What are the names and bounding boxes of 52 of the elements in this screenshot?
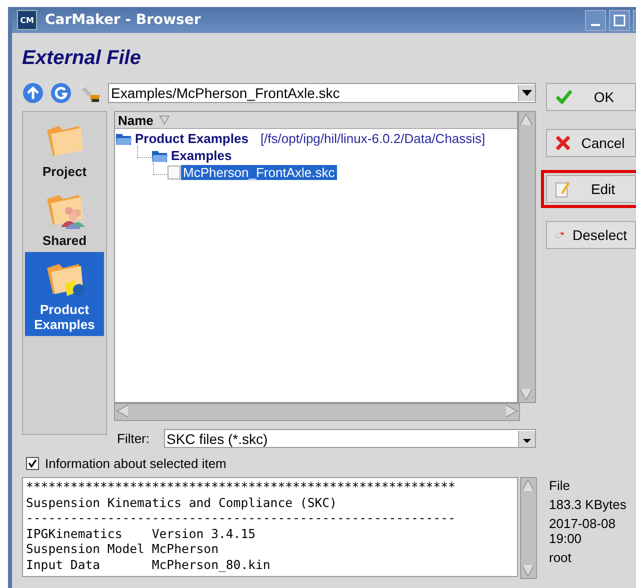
minimize-icon[interactable] xyxy=(585,10,606,30)
dropdown-icon[interactable] xyxy=(518,430,535,446)
refresh-icon[interactable] xyxy=(50,82,72,104)
sort-icon xyxy=(159,115,170,125)
scroll-right-icon[interactable] xyxy=(505,404,519,418)
file-icon xyxy=(167,165,181,180)
tree-item[interactable]: McPherson_FrontAxle.skc xyxy=(181,165,337,180)
path-text: [/fs/opt/ipg/hil/linux-6.0.2/Data/Chassis] xyxy=(260,131,486,146)
close-icon xyxy=(555,135,571,151)
scroll-up-icon[interactable] xyxy=(519,112,533,126)
info-line: Suspension Kinematics and Compliance (SKC) xyxy=(26,496,338,511)
vertical-scrollbar[interactable] xyxy=(520,477,537,579)
info-line: ********************************************************** xyxy=(26,480,456,496)
cancel-button[interactable]: Cancel xyxy=(546,129,636,157)
detail-text: 183.3 KBytes xyxy=(549,497,628,512)
scroll-down-icon[interactable] xyxy=(519,388,533,402)
scroll-down-icon[interactable] xyxy=(521,564,535,578)
pencil-icon xyxy=(555,180,571,198)
checkbox-label: Information about selected item xyxy=(45,456,226,470)
detail-text: root xyxy=(549,550,572,565)
folder-icon xyxy=(151,148,169,162)
info-line: Input Data McPherson_80.kin xyxy=(26,558,272,573)
dropdown-icon[interactable] xyxy=(518,85,535,101)
edit-button[interactable]: Edit xyxy=(546,175,636,203)
app-logo: CM xyxy=(17,10,37,30)
checkbox[interactable] xyxy=(26,456,39,470)
tree-item[interactable]: Product Examples xyxy=(133,131,250,146)
sidebar-item[interactable]: Project xyxy=(25,114,104,183)
check-icon xyxy=(28,458,37,468)
horizontal-scrollbar[interactable] xyxy=(114,403,520,421)
info-line: ---------------------------------------------------------- xyxy=(26,511,456,526)
detail-text: 2017-08-08 19:00 xyxy=(549,516,616,546)
dialog-heading: External File xyxy=(22,46,141,70)
vertical-scrollbar[interactable] xyxy=(518,111,536,403)
scroll-up-icon[interactable] xyxy=(521,478,535,492)
info-line: Suspension Model McPherson xyxy=(26,542,220,558)
sidebar-item[interactable]: Shared xyxy=(25,183,104,252)
window-title: CarMaker - Browser xyxy=(45,12,201,28)
filter-label: Filter: xyxy=(117,431,150,446)
maximize-icon[interactable] xyxy=(609,10,630,30)
tree-item[interactable]: Examples xyxy=(169,148,234,163)
folder-icon xyxy=(115,132,133,146)
path-field[interactable]: Examples/McPherson_FrontAxle.skc xyxy=(108,83,536,103)
sidebar-item[interactable]: Product Examples xyxy=(25,252,104,336)
ok-button[interactable]: OK xyxy=(546,83,636,111)
info-line: IPGKinematics Version 3.4.15 xyxy=(26,526,257,542)
deselect-button[interactable]: Deselect xyxy=(546,221,636,249)
column-header[interactable]: Name xyxy=(115,112,517,129)
filter-dropdown[interactable]: SKC files (*.skc) xyxy=(164,429,536,448)
scroll-left-icon[interactable] xyxy=(115,404,129,418)
detail-text: File xyxy=(549,478,571,493)
check-icon xyxy=(555,89,573,105)
